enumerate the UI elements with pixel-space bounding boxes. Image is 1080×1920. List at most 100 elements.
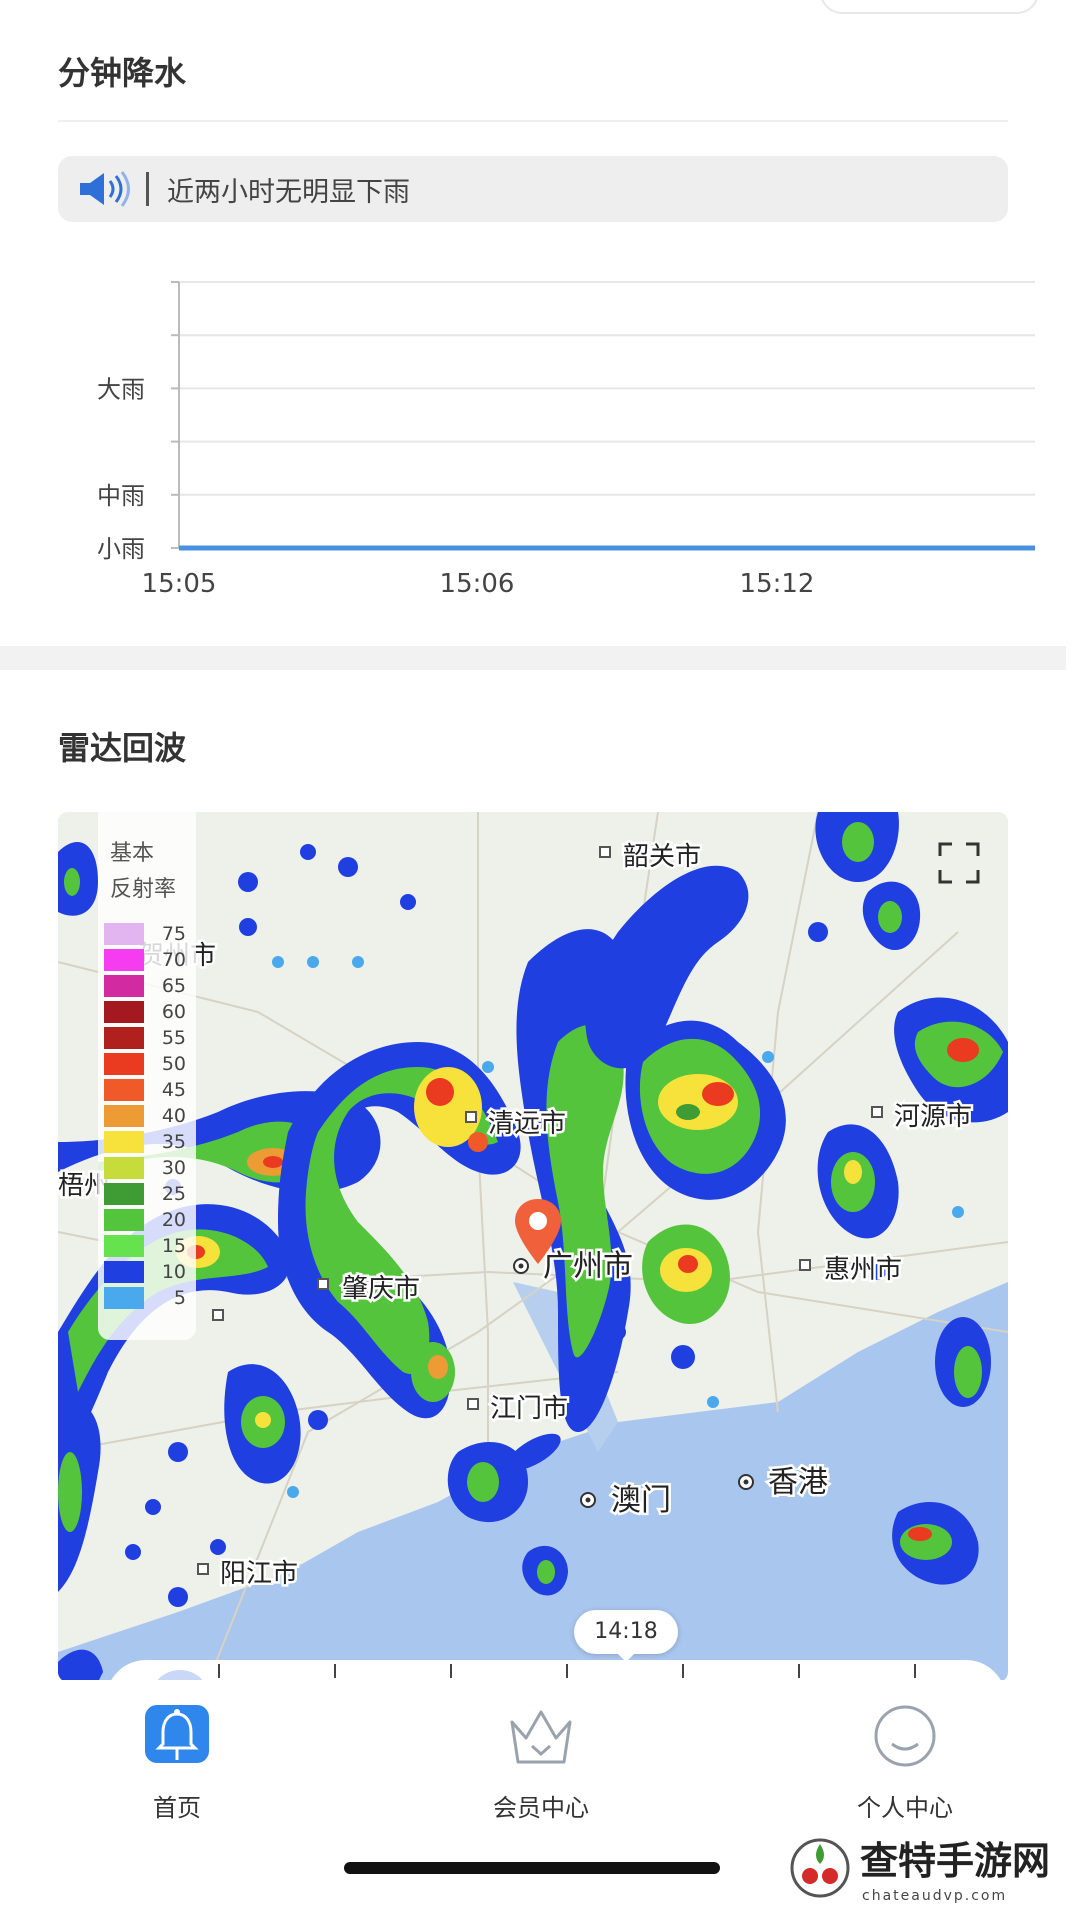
legend-value: 75: [161, 923, 186, 945]
legend-swatch: [104, 1027, 144, 1049]
radar-timeline[interactable]: [106, 1660, 1006, 1682]
legend-row: 55: [104, 1026, 186, 1050]
legend-value: 55: [161, 1027, 186, 1049]
legend-row: 30: [104, 1156, 186, 1180]
legend-swatch: [104, 1209, 144, 1231]
legend-row: 25: [104, 1182, 186, 1206]
legend-row: 5: [104, 1286, 186, 1310]
legend-swatch: [104, 923, 144, 945]
city-marker-shaoguan: [599, 846, 611, 858]
city-marker-wuzhou: [212, 1309, 224, 1321]
legend-row: 40: [104, 1104, 186, 1128]
legend-value: 10: [161, 1261, 186, 1283]
precip-chart: 大雨中雨小雨 15:05 15:06 15:12: [97, 281, 1035, 599]
legend-row: 65: [104, 974, 186, 998]
radar-section-title: 雷达回波: [58, 729, 187, 767]
legend-swatch: [104, 1183, 144, 1205]
home-bell-icon: [145, 1705, 209, 1763]
crown-icon: [510, 1710, 572, 1764]
legend-value: 70: [161, 949, 186, 971]
smiley-face-icon: [874, 1705, 936, 1767]
legend-row: 35: [104, 1130, 186, 1154]
legend-value: 15: [161, 1235, 186, 1257]
legend-row: 50: [104, 1052, 186, 1076]
legend-row: 75: [104, 922, 186, 946]
chart-x-labels: 15:05 15:06 15:12: [142, 569, 815, 599]
legend-value: 60: [161, 1001, 186, 1023]
timeline-tick: [334, 1664, 336, 1678]
legend-title-line-1: 基本: [110, 841, 155, 866]
legend-value: 30: [161, 1157, 186, 1179]
legend-swatch: [104, 1131, 144, 1153]
city-marker-huizhou: [799, 1259, 811, 1271]
timeline-tick: [218, 1664, 220, 1678]
legend-title: 基本 反射率: [110, 836, 176, 908]
legend-title-line-2: 反射率: [110, 877, 177, 902]
legend-value: 45: [161, 1079, 186, 1101]
tab-personal-label: 个人中心: [857, 1794, 953, 1822]
city-label-jiangmen: 江门市: [490, 1394, 568, 1424]
chart-x-label: 15:05: [142, 569, 217, 599]
section-gap: [0, 646, 1066, 670]
speaker-icon[interactable]: [76, 169, 132, 209]
precip-notice: 近两小时无明显下雨: [58, 156, 1008, 222]
legend-swatch: [104, 1105, 144, 1127]
location-pin-icon[interactable]: [511, 1196, 565, 1266]
city-marker-jiangmen: [467, 1398, 479, 1410]
chart-x-label: 15:06: [440, 569, 515, 599]
legend-swatch: [104, 949, 144, 971]
legend-row: 70: [104, 948, 186, 972]
legend-swatch: [104, 1287, 144, 1309]
chart-y-label: 大雨: [97, 375, 145, 403]
watermark-name: 查特手游网: [860, 1838, 1050, 1883]
legend-swatch: [104, 1053, 144, 1075]
city-marker-zhaoqing: [317, 1278, 329, 1290]
precip-section-title: 分钟降水: [58, 54, 187, 92]
city-label-macau: 澳门: [611, 1483, 671, 1518]
watermark: 查特手游网 chateaudvp.com: [790, 1828, 1060, 1908]
top-pill-button[interactable]: [820, 0, 1039, 14]
legend-value: 35: [161, 1131, 186, 1153]
tab-home[interactable]: 首页: [77, 1704, 277, 1823]
notice-text: 近两小时无明显下雨: [167, 176, 410, 208]
city-label-shaoguan: 韶关市: [623, 842, 701, 872]
home-indicator[interactable]: [344, 1862, 720, 1874]
watermark-logo: 查特手游网 chateaudvp.com: [790, 1838, 1050, 1904]
legend-swatch: [104, 1235, 144, 1257]
tab-personal[interactable]: 个人中心: [805, 1704, 1005, 1823]
radar-map[interactable]: 韶关市 清远市 河源市 广州市 惠州市 肇庆市 江门市 澳门 香港 阳江市 梧州…: [58, 812, 1008, 1682]
chart-y-labels: 大雨中雨小雨: [97, 375, 145, 563]
legend-value: 40: [161, 1105, 186, 1127]
legend-swatch: [104, 1001, 144, 1023]
legend-value: 25: [161, 1183, 186, 1205]
legend-swatch: [104, 1079, 144, 1101]
timeline-tick: [682, 1664, 684, 1678]
divider: [58, 120, 1008, 122]
city-label-huizhou: 惠州市: [824, 1255, 902, 1285]
city-marker-qingyuan: [465, 1111, 477, 1123]
city-label-qingyuan: 清远市: [488, 1109, 566, 1139]
legend-row: 20: [104, 1208, 186, 1232]
city-marker-heyuan: [871, 1106, 883, 1118]
legend-value: 50: [161, 1053, 186, 1075]
tab-member-label: 会员中心: [493, 1794, 589, 1822]
timeline-tick: [450, 1664, 452, 1678]
timeline-tick: [914, 1664, 916, 1678]
chart-y-label: 中雨: [97, 482, 145, 510]
fullscreen-icon[interactable]: [938, 842, 980, 884]
legend-row: 60: [104, 1000, 186, 1024]
city-label-yangjiang: 阳江市: [220, 1559, 298, 1589]
legend-value: 20: [161, 1209, 186, 1231]
reflectivity-legend: 基本 反射率 75 70 65 60 55 50 45 40 35 30 25 20 15 10 5: [98, 812, 196, 1340]
chart-y-label: 小雨: [97, 535, 145, 563]
legend-swatch: [104, 975, 144, 997]
timeline-tick: [798, 1664, 800, 1678]
radar-time-badge: 14:18: [574, 1610, 678, 1662]
legend-row: 15: [104, 1234, 186, 1258]
tab-member[interactable]: 会员中心: [441, 1704, 641, 1823]
notice-separator: [146, 172, 149, 206]
city-marker-yangjiang: [197, 1563, 209, 1575]
legend-value: 5: [173, 1287, 186, 1309]
legend-value: 65: [161, 975, 186, 997]
city-label-zhaoqing: 肇庆市: [342, 1274, 420, 1304]
